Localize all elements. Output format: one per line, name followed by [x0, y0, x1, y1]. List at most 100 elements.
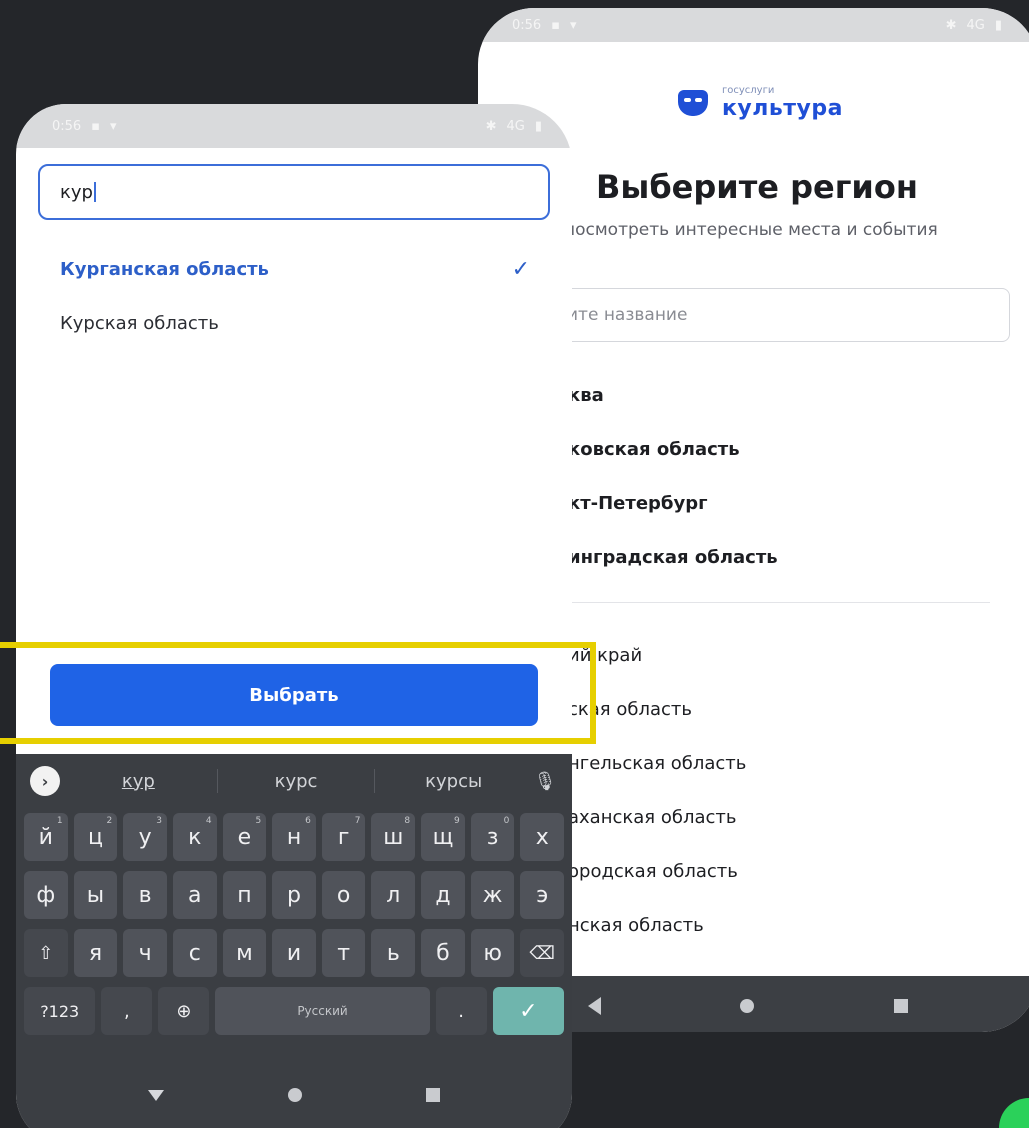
region-item[interactable]: нская область — [568, 898, 746, 952]
key[interactable]: п — [222, 871, 267, 919]
select-button[interactable]: Выбрать — [50, 664, 538, 726]
theatre-mask-icon — [678, 90, 708, 116]
region-item[interactable]: кт-Петербург — [568, 476, 778, 530]
result-item-selected[interactable]: Курганская область ✓ — [60, 242, 530, 296]
globe-icon[interactable]: ⊕ — [158, 987, 210, 1035]
key-hint: 9 — [454, 816, 460, 826]
key[interactable]: р — [272, 871, 316, 919]
key[interactable]: к4 — [172, 813, 217, 861]
key[interactable]: ь — [371, 929, 416, 977]
logo-big-text: культура — [722, 96, 843, 121]
suggestion-item[interactable]: кур — [60, 771, 217, 792]
key[interactable]: д — [421, 871, 465, 919]
check-icon: ✓ — [511, 256, 530, 282]
region-item[interactable]: ква — [568, 368, 778, 422]
key[interactable]: ш8 — [371, 813, 416, 861]
key-hint: 6 — [305, 816, 311, 826]
nav-back-icon[interactable] — [587, 997, 601, 1015]
list-divider — [564, 602, 990, 603]
expand-arrow-icon[interactable]: › — [30, 766, 60, 796]
key[interactable]: ж — [470, 871, 515, 919]
nav-home-icon[interactable] — [740, 999, 755, 1013]
region-item[interactable]: ковская область — [568, 422, 778, 476]
key-hint: 8 — [404, 816, 411, 826]
key[interactable]: у3 — [123, 813, 167, 861]
key[interactable]: л — [371, 871, 416, 919]
key[interactable]: ч — [123, 929, 167, 977]
region-search-input[interactable]: кур — [38, 164, 550, 220]
enter-check-icon[interactable]: ✓ — [492, 987, 565, 1035]
key[interactable]: н6 — [272, 813, 316, 861]
period-key[interactable]: . — [435, 987, 487, 1035]
key-hint: 0 — [503, 816, 510, 826]
wifi-icon: ▾ — [110, 118, 117, 134]
key-row-1: й1 ц2 у3 к4 е5 н6 г7 ш8 щ9 з0 х — [16, 808, 572, 866]
region-item[interactable]: ий край — [568, 628, 746, 682]
key[interactable]: я — [73, 929, 118, 977]
shift-icon[interactable]: ⇧ — [24, 929, 68, 977]
battery-icon: ▮ — [534, 118, 542, 134]
region-item[interactable]: аханская область — [568, 790, 746, 844]
key[interactable]: м — [222, 929, 267, 977]
region-item[interactable]: нгельская область — [568, 736, 746, 790]
search-value: кур — [60, 181, 93, 203]
key-hint: 2 — [106, 816, 113, 826]
key[interactable]: ю — [470, 929, 515, 977]
result-item[interactable]: Курская область — [60, 296, 530, 350]
key[interactable]: в — [123, 871, 167, 919]
nav-hide-keyboard-icon[interactable] — [148, 1089, 164, 1101]
key[interactable]: б — [421, 929, 465, 977]
key-hint: 1 — [56, 816, 63, 826]
key-label: щ — [432, 824, 454, 850]
key[interactable]: и — [272, 929, 316, 977]
region-item[interactable]: инградская область — [568, 530, 778, 584]
signal-label: 4G — [966, 17, 985, 33]
region-item[interactable]: ородская область — [568, 844, 746, 898]
bluetooth-icon: ✱ — [485, 118, 497, 134]
comma-key[interactable]: , — [101, 987, 153, 1035]
suggestion-item[interactable]: курсы — [375, 771, 532, 792]
key-hint: 5 — [255, 816, 262, 826]
key[interactable]: с — [172, 929, 217, 977]
battery-icon: ▮ — [994, 17, 1002, 33]
key-label: ш — [383, 824, 404, 850]
key[interactable]: а — [172, 871, 217, 919]
nav-recent-icon[interactable] — [894, 999, 909, 1013]
nav-recent-icon[interactable] — [426, 1088, 440, 1102]
key[interactable]: щ9 — [421, 813, 465, 861]
status-time: 0:56 — [512, 17, 542, 33]
key[interactable]: е5 — [222, 813, 267, 861]
key[interactable]: э — [520, 871, 565, 919]
key[interactable]: ф — [24, 871, 68, 919]
key[interactable]: г7 — [321, 813, 366, 861]
wifi-icon: ▾ — [570, 17, 577, 33]
result-label: Курганская область — [60, 258, 269, 280]
key[interactable]: о — [321, 871, 366, 919]
logo-small-text: госуслуги — [722, 85, 775, 96]
system-nav-bar — [16, 1066, 572, 1128]
key-hint: 3 — [156, 816, 162, 826]
suggestion-item[interactable]: курс — [218, 771, 375, 792]
key[interactable]: з0 — [470, 813, 515, 861]
key-row-2: ф ы в а п р о л д ж э — [16, 866, 572, 924]
key[interactable]: ц2 — [73, 813, 118, 861]
key[interactable]: й1 — [24, 813, 68, 861]
key-hint: 7 — [354, 816, 361, 826]
backspace-icon[interactable]: ⌫ — [520, 929, 565, 977]
key-label: ц — [87, 824, 103, 850]
corner-accent — [999, 1098, 1029, 1128]
nav-home-icon[interactable] — [288, 1088, 302, 1102]
key-label: г — [337, 824, 350, 850]
key[interactable]: х — [520, 813, 565, 861]
symbols-key[interactable]: ?123 — [24, 987, 96, 1035]
key[interactable]: т — [321, 929, 366, 977]
search-screen: 0:56 ▪ ▾ ✱ 4G ▮ кур Курганская область ✓… — [16, 104, 572, 1128]
space-key[interactable]: Русский — [215, 987, 430, 1035]
region-search-input[interactable]: ите название — [538, 288, 1010, 342]
notification-icon: ▪ — [551, 17, 561, 33]
text-caret — [93, 182, 96, 202]
microphone-icon[interactable]: 🎙 — [532, 771, 558, 792]
status-time: 0:56 — [52, 118, 82, 134]
key[interactable]: ы — [73, 871, 118, 919]
region-item[interactable]: ская область — [568, 682, 746, 736]
